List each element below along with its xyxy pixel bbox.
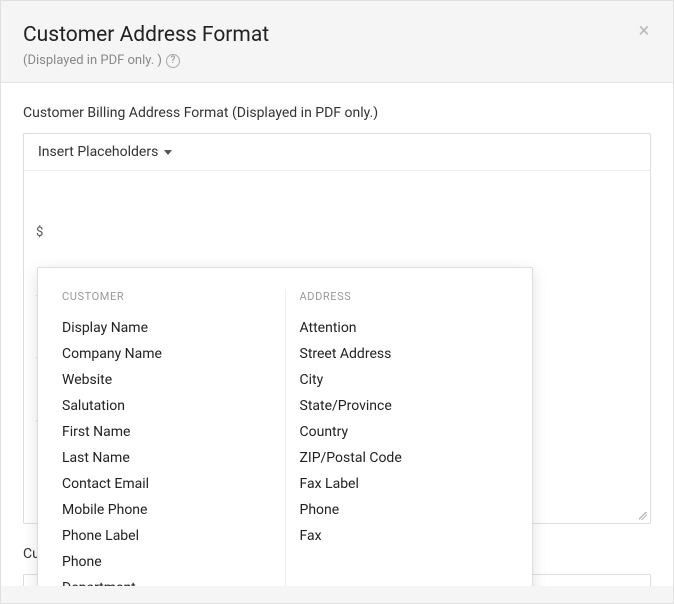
placeholder-item-mobile-phone[interactable]: Mobile Phone [62,497,271,523]
placeholder-item-last-name[interactable]: Last Name [62,445,271,471]
placeholder-item-display-name[interactable]: Display Name [62,315,271,341]
modal-body: Customer Billing Address Format (Display… [1,82,673,586]
placeholder-item-attention[interactable]: Attention [300,315,509,341]
placeholder-item-company-name[interactable]: Company Name [62,341,271,367]
address-column-head: ADDRESS [300,290,509,303]
caret-down-icon [164,150,172,155]
placeholder-item-department[interactable]: Department [62,575,271,586]
address-column: ADDRESS Attention Street Address City St… [285,290,523,586]
billing-section-label: Customer Billing Address Format (Display… [23,105,651,121]
modal: Customer Address Format (Displayed in PD… [0,0,674,604]
placeholder-item-first-name[interactable]: First Name [62,419,271,445]
placeholder-item-address-phone[interactable]: Phone [300,497,509,523]
modal-subtitle: (Displayed in PDF only. ) ? [23,53,651,68]
placeholder-item-phone[interactable]: Phone [62,549,271,575]
customer-column: CUSTOMER Display Name Company Name Websi… [48,290,285,586]
modal-title: Customer Address Format [23,23,651,47]
textarea-line: $ [36,223,638,244]
placeholder-item-fax[interactable]: Fax [300,523,509,549]
modal-header: Customer Address Format (Displayed in PD… [1,1,673,82]
placeholder-item-phone-label[interactable]: Phone Label [62,523,271,549]
placeholder-item-contact-email[interactable]: Contact Email [62,471,271,497]
placeholder-item-zip-postal[interactable]: ZIP/Postal Code [300,445,509,471]
resize-handle-icon[interactable] [636,509,648,521]
modal-subtitle-text: (Displayed in PDF only. ) [23,53,162,68]
placeholder-item-state-province[interactable]: State/Province [300,393,509,419]
placeholder-item-website[interactable]: Website [62,367,271,393]
placeholder-item-salutation[interactable]: Salutation [62,393,271,419]
dropdown-label: Insert Placeholders [38,144,158,160]
placeholder-item-fax-label[interactable]: Fax Label [300,471,509,497]
placeholder-item-country[interactable]: Country [300,419,509,445]
placeholders-dropdown-panel: CUSTOMER Display Name Company Name Websi… [37,267,533,586]
insert-placeholders-dropdown[interactable]: Insert Placeholders [24,134,650,171]
close-icon[interactable]: × [633,19,655,41]
placeholder-item-street-address[interactable]: Street Address [300,341,509,367]
customer-column-head: CUSTOMER [62,290,271,303]
help-icon[interactable]: ? [166,54,180,68]
placeholder-item-city[interactable]: City [300,367,509,393]
